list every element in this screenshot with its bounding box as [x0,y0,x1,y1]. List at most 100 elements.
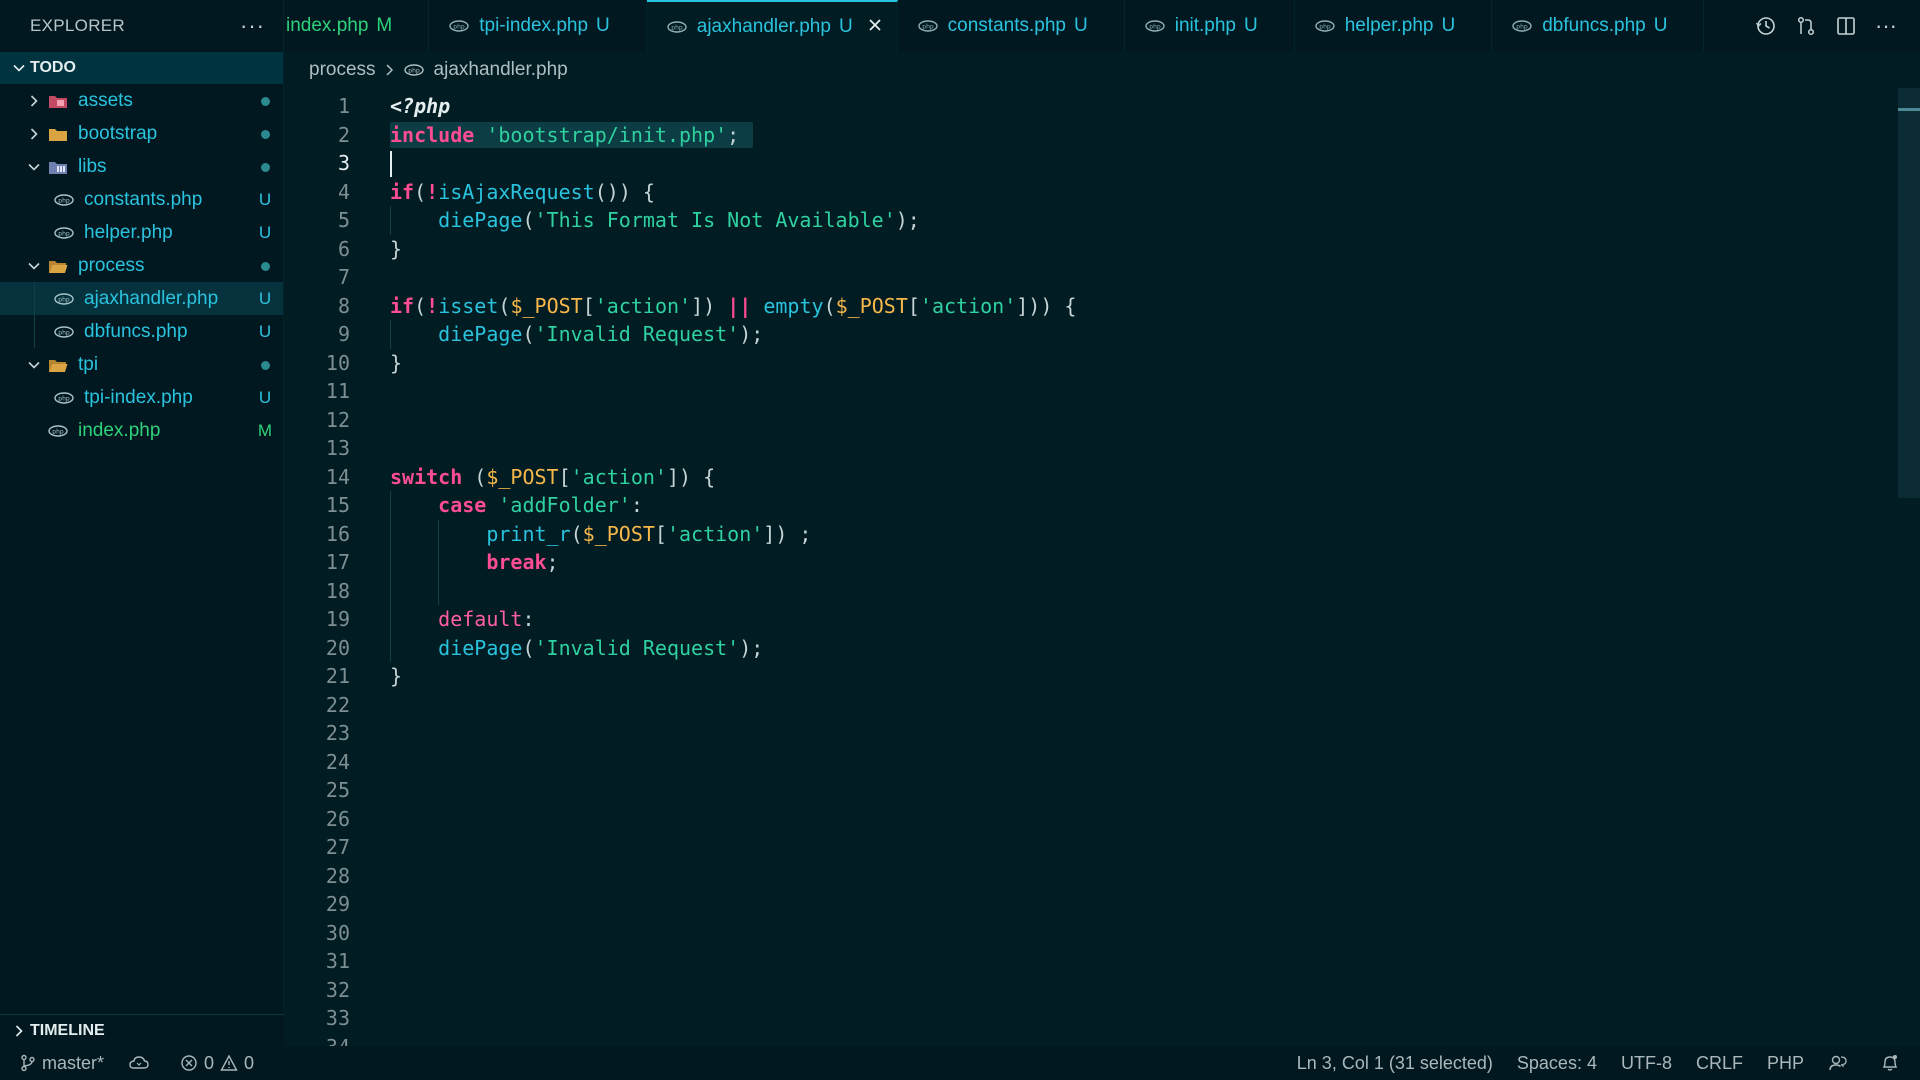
code-text: diePage('Invalid Request'); [438,635,764,660]
code-line: 20 diePage('Invalid Request'); [284,634,1898,663]
code-line: 11 [284,377,1898,406]
svg-text:php: php [52,428,64,435]
code-line: 5 diePage('This Format Is Not Available'… [284,206,1898,235]
error-icon [181,1055,197,1071]
line-number: 18 [325,578,350,603]
indent-guide [390,320,391,349]
tree-file-tpi-index-php[interactable]: php tpi-index.php U [0,381,283,414]
split-editor-icon[interactable] [1826,0,1866,52]
tree-file-index-php[interactable]: php index.php M [0,414,283,447]
svg-text:php: php [58,329,70,336]
tree-folder-libs[interactable]: libs [0,150,283,183]
line-number: 25 [325,778,350,803]
git-branch-icon [21,1054,35,1072]
code-line: 10} [284,349,1898,378]
tab-git-badge: U [1441,15,1456,36]
timeline-section-header[interactable]: TIMELINE [0,1014,284,1046]
php-file-icon: php [54,324,74,340]
timeline-history-icon[interactable] [1746,0,1786,52]
code-line: 25 [284,776,1898,805]
tab-dbfuncs-php[interactable]: php dbfuncs.php U [1492,0,1705,52]
code-line: 23 [284,719,1898,748]
chevron-right-icon [8,1024,30,1038]
indentation-status[interactable]: Spaces: 4 [1517,1053,1597,1074]
tab-label: ajaxhandler.php [696,16,831,37]
tab-constants-php[interactable]: php constants.php U [897,0,1125,52]
editor-scrollbar-thumb[interactable] [1898,88,1920,498]
feedback-icon[interactable] [1828,1053,1856,1073]
close-icon[interactable] [867,16,883,39]
git-branch-status[interactable]: master* [20,1053,104,1074]
tree-file-dbfuncs-php[interactable]: php dbfuncs.php U [0,315,283,348]
tree-file-ajaxhandler-php[interactable]: php ajaxhandler.php U [0,282,283,315]
code-line: 30 [284,919,1898,948]
svg-text:php: php [58,296,70,303]
folder-open-icon [48,357,68,373]
line-number: 22 [325,692,350,717]
git-status-badge: U [258,387,272,407]
error-count: 0 [204,1052,215,1073]
more-editor-actions-icon[interactable]: ··· [1866,0,1906,52]
notifications-bell-icon[interactable] [1880,1053,1906,1073]
php-file-icon: php [667,21,687,33]
tree-item-label: tpi-index.php [84,386,193,408]
code-text: } [390,350,403,375]
tree-item-label: index.php [78,419,161,441]
svg-text:php: php [1517,24,1529,31]
line-number: 19 [325,607,350,632]
code-line: 1 <?php [284,92,1898,121]
svg-text:php: php [454,24,466,31]
tab-ajaxhandler-php[interactable]: php ajaxhandler.php U [646,0,898,52]
line-number: 29 [325,892,350,917]
code-editor[interactable]: 1 <?php 2 include 'bootstrap/init.php'; 3 4 if… [284,88,1898,1046]
language-mode-status[interactable]: PHP [1767,1053,1804,1074]
line-number: 34 [284,1035,350,1046]
tab-git-badge: U [838,16,853,37]
tab-label: tpi-index.php [479,15,589,36]
open-changes-icon[interactable] [1786,0,1826,52]
code-text: print_r($_POST['action']) ; [486,521,812,546]
tree-folder-tpi[interactable]: tpi [0,348,283,381]
breadcrumb-folder[interactable]: process [309,59,376,81]
more-actions-icon[interactable]: ··· [240,13,265,39]
git-status-dot [247,157,283,177]
tab-git-badge: M [376,15,393,36]
git-status-badge: U [258,321,272,341]
explorer-title: EXPLORER [30,16,125,35]
tree-item-label: libs [78,155,107,177]
svg-text:php: php [58,395,70,402]
svg-text:php: php [671,25,683,32]
sync-changes-button[interactable] [128,1055,156,1071]
cursor-position-status[interactable]: Ln 3, Col 1 (31 selected) [1297,1053,1493,1074]
tab-tpi-index-php[interactable]: php tpi-index.php U [429,0,647,52]
tree-item-label: bootstrap [78,122,158,144]
chevron-down-icon [26,357,42,373]
tree-file-helper-php[interactable]: php helper.php U [0,216,283,249]
tree-file-constants-php[interactable]: php constants.php U [0,183,283,216]
tree-folder-assets[interactable]: assets [0,84,283,117]
tree-item-label: ajaxhandler.php [84,287,219,309]
code-line: 19 default: [284,605,1898,634]
problems-status[interactable]: 0 0 [180,1053,254,1074]
tree-folder-bootstrap[interactable]: bootstrap [0,117,283,150]
tree-folder-process[interactable]: process [0,249,283,282]
tab-helper-php[interactable]: php helper.php U [1294,0,1493,52]
code-line: 15 case 'addFolder': [284,491,1898,520]
code-line: 27 [284,833,1898,862]
line-number: 28 [325,863,350,888]
chevron-right-icon [26,93,42,109]
workspace-section-header[interactable]: TODO [0,52,283,84]
line-number: 1 [337,94,350,119]
svg-text:php: php [58,197,70,204]
encoding-status[interactable]: UTF-8 [1621,1053,1672,1074]
code-line: 34 [284,1033,1898,1046]
tab-init-php[interactable]: php init.php U [1124,0,1295,52]
editor-tab-bar: index.php M php tpi-index.php Uphp ajaxhandle… [284,0,1920,52]
eol-status[interactable]: CRLF [1696,1053,1743,1074]
svg-text:php: php [1149,24,1161,31]
line-number: 17 [325,550,350,575]
breadcrumb-file[interactable]: ajaxhandler.php [434,59,568,81]
tab-index-php[interactable]: index.php M [284,0,430,52]
code-line: 26 [284,805,1898,834]
tree-item-label: tpi [78,353,99,375]
